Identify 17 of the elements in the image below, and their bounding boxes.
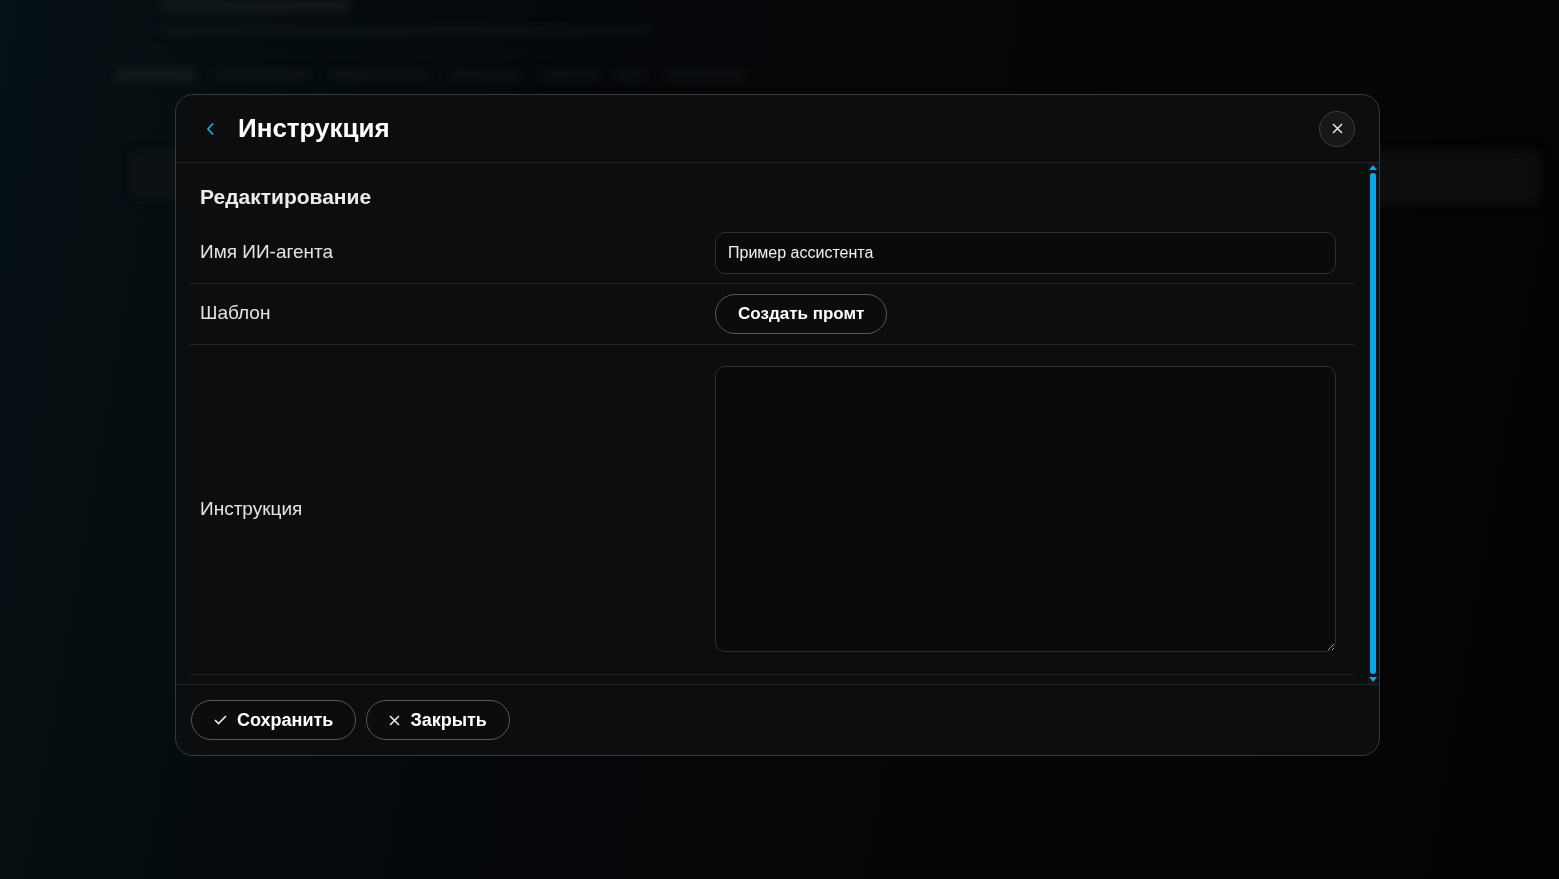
close-button[interactable] [1319, 110, 1355, 147]
checkmark-icon [214, 715, 227, 725]
scrollbar-thumb[interactable] [1370, 173, 1376, 674]
section-title: Редактирование [199, 184, 373, 210]
dialog-title: Инструкция [238, 112, 390, 145]
close-icon [389, 714, 401, 726]
close-button[interactable]: Закрыть [366, 700, 510, 740]
save-button[interactable]: Сохранить [191, 700, 357, 740]
field-label: Инструкция [199, 496, 304, 521]
input-field[interactable]: Пример ассистента [715, 231, 1336, 274]
create-prompt-button[interactable]: Создать промт [715, 293, 888, 334]
field-label: Имя ИИ-агента [199, 240, 335, 265]
close-icon [1331, 123, 1343, 134]
scroll-down-icon [1369, 677, 1377, 682]
chevron-left-icon [206, 121, 216, 136]
field-label: Шаблон [199, 301, 272, 326]
scroll-up-icon [1369, 165, 1377, 170]
